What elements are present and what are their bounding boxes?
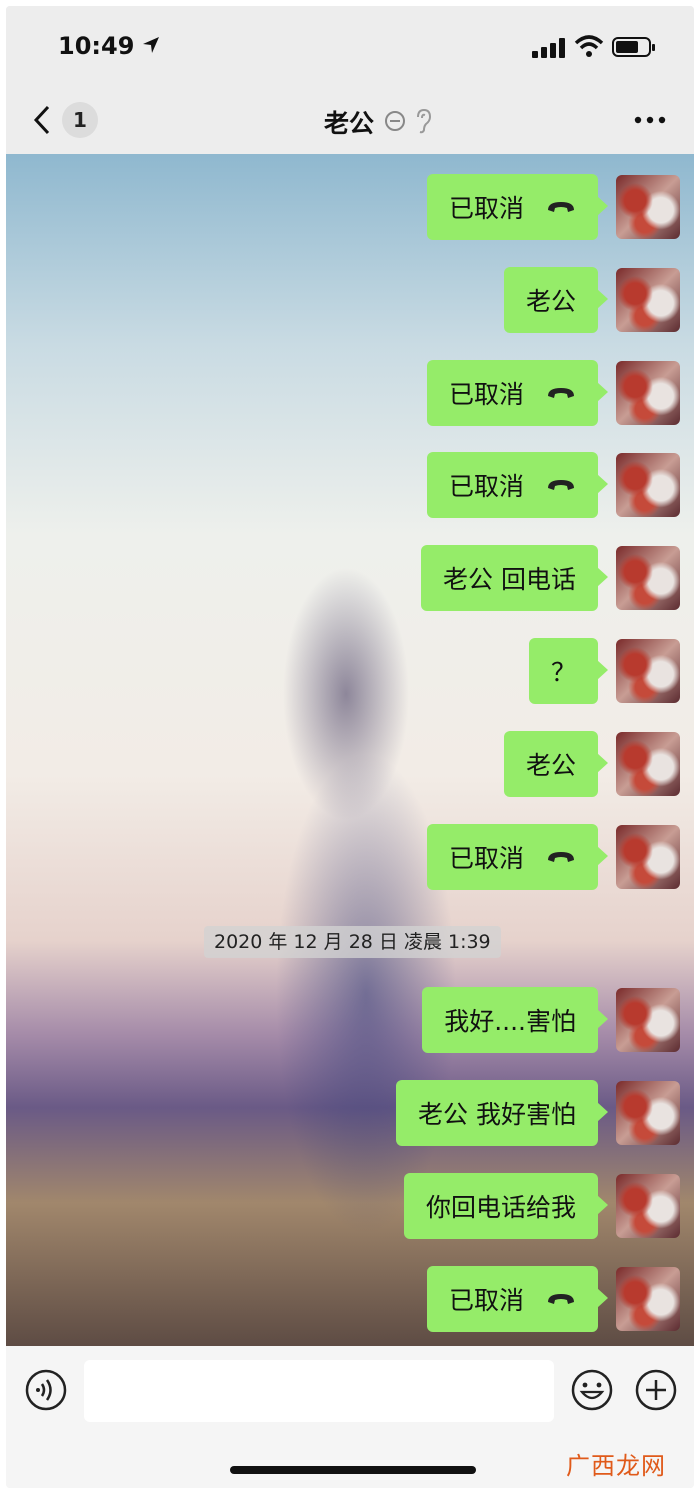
call-cancelled-icon — [548, 1294, 574, 1304]
message-row: 老公 回电话 — [421, 545, 680, 611]
message-text: 老公 — [525, 287, 576, 316]
signal-icon — [532, 38, 565, 58]
message-row: 我好....害怕 — [422, 987, 680, 1053]
message-text: 你回电话给我 — [425, 1193, 576, 1222]
message-bubble[interactable]: 老公 — [503, 731, 609, 797]
message-row: ？ — [528, 638, 680, 704]
message-bubble[interactable]: 老公 — [503, 267, 609, 333]
avatar[interactable] — [616, 361, 680, 425]
message-row: 已取消 — [426, 1266, 680, 1332]
message-row: 老公 — [503, 267, 680, 333]
avatar[interactable] — [616, 1174, 680, 1238]
home-indicator — [230, 1466, 476, 1474]
avatar[interactable] — [616, 825, 680, 889]
voice-icon[interactable] — [24, 1368, 68, 1412]
message-timestamp: 2020 年 12 月 28 日 凌晨 1:39 — [204, 926, 501, 958]
message-input[interactable] — [84, 1360, 554, 1422]
call-cancelled-bubble[interactable]: 已取消 — [426, 452, 609, 518]
wifi-icon — [574, 35, 604, 57]
chat-title: 老公 — [324, 109, 375, 138]
message-text: 已取消 — [448, 194, 524, 223]
battery-icon — [612, 37, 655, 57]
avatar[interactable] — [616, 988, 680, 1052]
plus-icon[interactable] — [634, 1368, 678, 1412]
avatar[interactable] — [616, 639, 680, 703]
phone-screen: 10:49 1 老公 2020 年 12 月 28 日 凌晨 1:39 已取消老… — [6, 6, 694, 1488]
avatar[interactable] — [616, 175, 680, 239]
avatar[interactable] — [616, 453, 680, 517]
message-text: 已取消 — [448, 380, 524, 409]
call-cancelled-bubble[interactable]: 已取消 — [426, 174, 609, 240]
message-text: 已取消 — [448, 844, 524, 873]
call-cancelled-icon — [548, 202, 574, 212]
avatar[interactable] — [616, 1081, 680, 1145]
message-row: 已取消 — [426, 452, 680, 518]
message-row: 已取消 — [426, 360, 680, 426]
message-text: 老公 我好害怕 — [418, 1100, 576, 1129]
message-text: 我好....害怕 — [444, 1007, 576, 1036]
call-cancelled-icon — [548, 480, 574, 490]
message-bubble[interactable]: ？ — [528, 638, 609, 704]
mute-icon — [385, 111, 405, 131]
status-bar: 10:49 — [6, 6, 694, 86]
call-cancelled-bubble[interactable]: 已取消 — [426, 1266, 609, 1332]
more-icon[interactable] — [632, 110, 668, 130]
chevron-left-icon[interactable] — [32, 104, 52, 136]
call-cancelled-icon — [548, 852, 574, 862]
message-bubble[interactable]: 老公 回电话 — [421, 545, 608, 611]
emoji-icon[interactable] — [570, 1368, 614, 1412]
message-text: 老公 — [525, 751, 576, 780]
message-row: 你回电话给我 — [403, 1173, 680, 1239]
location-arrow-icon — [143, 37, 159, 53]
unread-badge[interactable]: 1 — [62, 102, 98, 138]
ear-icon — [417, 108, 432, 134]
nav-bar: 1 老公 — [6, 86, 694, 154]
message-text: ？ — [550, 658, 576, 687]
message-row: 已取消 — [426, 174, 680, 240]
message-text: 已取消 — [448, 472, 524, 501]
chat-area[interactable]: 2020 年 12 月 28 日 凌晨 1:39 已取消 老公 已取消 已取消 老公 回… — [6, 154, 694, 1346]
message-row: 老公 我好害怕 — [396, 1080, 680, 1146]
message-bubble[interactable]: 你回电话给我 — [403, 1173, 609, 1239]
call-cancelled-bubble[interactable]: 已取消 — [426, 824, 609, 890]
message-text: 已取消 — [448, 1286, 524, 1315]
message-text: 老公 回电话 — [443, 565, 576, 594]
message-row: 已取消 — [426, 824, 680, 890]
call-cancelled-icon — [548, 388, 574, 398]
message-row: 老公 — [503, 731, 680, 797]
avatar[interactable] — [616, 1267, 680, 1331]
avatar[interactable] — [616, 268, 680, 332]
watermark: 广西龙网 — [566, 1452, 666, 1480]
message-bubble[interactable]: 我好....害怕 — [422, 987, 608, 1053]
call-cancelled-bubble[interactable]: 已取消 — [426, 360, 609, 426]
avatar[interactable] — [616, 546, 680, 610]
avatar[interactable] — [616, 732, 680, 796]
message-bubble[interactable]: 老公 我好害怕 — [396, 1080, 608, 1146]
status-time: 10:49 — [58, 32, 135, 60]
